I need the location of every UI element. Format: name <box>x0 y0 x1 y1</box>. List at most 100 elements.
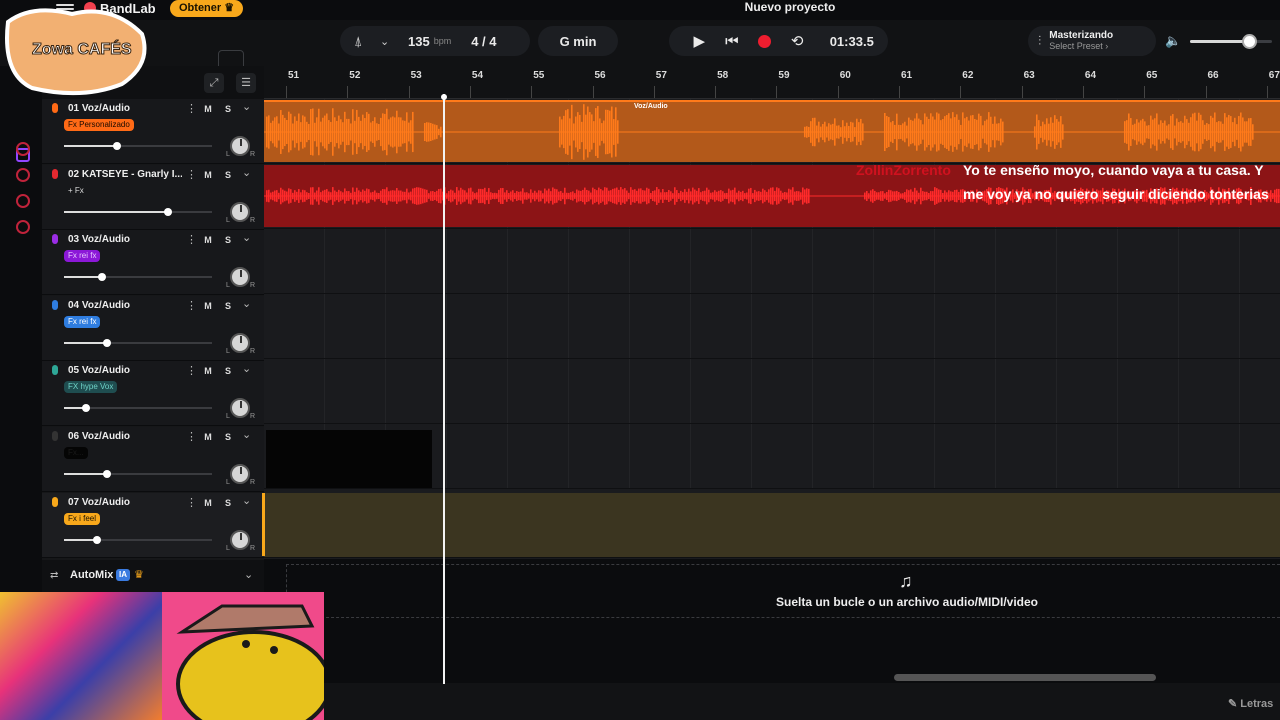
more-options-icon[interactable]: ⋮ <box>186 299 197 312</box>
chevron-down-icon[interactable]: ⌄ <box>242 362 251 375</box>
lane-4[interactable] <box>264 294 1280 359</box>
obtener-button[interactable]: Obtener ♛ <box>170 0 244 17</box>
master-volume-knob[interactable] <box>1242 34 1258 49</box>
automix-bar[interactable]: ⇄ AutoMix IA ♛ ⌄ <box>42 560 264 592</box>
track-volume-knob[interactable] <box>163 207 172 216</box>
bpm-value[interactable]: 135 <box>408 34 430 49</box>
fx-chip[interactable]: Fx rei fx <box>64 250 101 263</box>
metronome-icon[interactable]: ⍋ <box>354 33 376 50</box>
track-row[interactable]: 04 Voz/Audio ⋮ M S ⌄ Fx rei fx L R <box>42 295 264 361</box>
track-volume-knob[interactable] <box>82 404 91 413</box>
track-volume-slider[interactable] <box>64 338 212 347</box>
chevron-down-icon[interactable]: ⌄ <box>242 494 251 507</box>
lane-3[interactable] <box>264 229 1280 294</box>
track-volume-knob[interactable] <box>102 338 111 347</box>
solo-button[interactable]: S <box>220 299 236 313</box>
solo-button[interactable]: S <box>220 102 236 116</box>
more-options-icon[interactable]: ⋮ <box>186 496 197 509</box>
more-options-icon[interactable]: ⋮ <box>186 102 197 115</box>
mixer-icon[interactable]: ☰ <box>236 73 256 93</box>
chevron-down-icon[interactable]: ⌄ <box>242 100 251 113</box>
more-options-icon[interactable]: ⋮ <box>186 233 197 246</box>
track-row[interactable]: 06 Voz/Audio ⋮ M S ⌄ Fx... L R <box>42 427 264 492</box>
pan-knob[interactable] <box>230 464 250 484</box>
more-options-icon[interactable]: ⋮ <box>186 168 197 181</box>
playhead[interactable] <box>441 94 447 684</box>
speaker-icon[interactable]: 🔈 <box>1165 33 1181 49</box>
record-button[interactable] <box>748 33 781 50</box>
project-title[interactable]: Nuevo proyecto <box>700 0 880 14</box>
track-volume-slider[interactable] <box>64 404 212 413</box>
track-volume-slider[interactable] <box>64 142 212 150</box>
wand-icon[interactable]: ⤢ <box>204 73 224 93</box>
time-signature[interactable]: 4 / 4 <box>471 34 496 49</box>
pan-knob[interactable] <box>230 529 250 550</box>
track-volume-slider[interactable] <box>64 273 212 282</box>
fx-chip[interactable]: Fx i feel <box>64 512 101 525</box>
fx-chip[interactable]: Fx rei fx <box>64 315 101 328</box>
mute-button[interactable]: M <box>200 364 216 378</box>
solo-button[interactable]: S <box>220 233 236 247</box>
track-volume-knob[interactable] <box>98 273 107 282</box>
track-volume-slider[interactable] <box>64 535 212 544</box>
fx-chip[interactable]: + Fx <box>64 185 88 197</box>
sidebar-icon-1[interactable] <box>16 142 30 156</box>
chevron-down-icon[interactable]: ⌄ <box>242 297 251 310</box>
mute-button[interactable]: M <box>200 299 216 313</box>
track-volume-knob[interactable] <box>102 470 111 478</box>
chevron-down-icon[interactable]: ⌄ <box>242 428 251 441</box>
mute-button[interactable]: M <box>200 430 216 444</box>
solo-button[interactable]: S <box>220 496 236 510</box>
chevron-down-icon[interactable]: ⌄ <box>242 231 251 244</box>
track-name[interactable]: 02 KATSEYE - Gnarly I... <box>68 169 182 180</box>
lane-5[interactable] <box>264 359 1280 424</box>
settings-icon[interactable] <box>16 220 30 234</box>
mute-button[interactable]: M <box>200 233 216 247</box>
solo-button[interactable]: S <box>220 430 236 444</box>
master-volume-slider[interactable] <box>1190 34 1272 49</box>
mute-button[interactable]: M <box>200 496 216 510</box>
drop-zone[interactable]: ♫ Suelta un bucle o un archivo audio/MID… <box>286 564 1280 618</box>
track-name[interactable]: 01 Voz/Audio <box>68 103 182 114</box>
pan-knob[interactable] <box>230 136 250 156</box>
loop-icon[interactable]: ⟲ <box>781 32 814 50</box>
key-button[interactable]: G min <box>538 26 618 56</box>
pan-knob[interactable] <box>230 332 250 353</box>
track-volume-slider[interactable] <box>64 207 212 216</box>
mastering-button[interactable]: ⫶ Masterizando Select Preset › <box>1028 26 1156 56</box>
fx-chip[interactable]: Fx... <box>64 447 88 459</box>
pan-knob[interactable] <box>230 267 250 288</box>
sidebar-icon-3[interactable] <box>16 194 30 208</box>
track-volume-knob[interactable] <box>113 142 122 150</box>
track-row[interactable]: 03 Voz/Audio ⋮ M S ⌄ Fx rei fx L R <box>42 230 264 296</box>
track-volume-slider[interactable] <box>64 470 212 478</box>
more-options-icon[interactable]: ⋮ <box>186 430 197 443</box>
track-name[interactable]: 03 Voz/Audio <box>68 234 182 245</box>
track-name[interactable]: 07 Voz/Audio <box>68 497 182 508</box>
clock-icon[interactable] <box>16 168 30 182</box>
pan-knob[interactable] <box>230 201 250 222</box>
skip-back-icon[interactable]: ⏮ <box>716 33 749 50</box>
timeline-ruler[interactable]: 51 52 53 54 55 56 57 58 59 60 61 62 63 64 65 66 67 <box>264 66 1280 99</box>
mute-button[interactable]: M <box>200 168 216 182</box>
fx-chip[interactable]: Fx Personalizado <box>64 119 134 131</box>
track-volume-knob[interactable] <box>92 535 101 544</box>
tempo-pill[interactable]: ⍋ ⌄ 135 bpm 4 / 4 <box>340 26 530 56</box>
play-icon[interactable]: ▶ <box>683 32 716 50</box>
track-row[interactable]: 01 Voz/Audio ⋮ M S ⌄ Fx Personalizado L … <box>42 99 264 164</box>
fx-chip[interactable]: FX hype Vox <box>64 381 118 394</box>
solo-button[interactable]: S <box>220 168 236 182</box>
letras-button[interactable]: ✎ Letras <box>1228 697 1273 710</box>
pan-knob[interactable] <box>230 398 250 419</box>
track-name[interactable]: 06 Voz/Audio <box>68 431 182 442</box>
lane-1[interactable]: Voz/Audio <box>264 99 1280 164</box>
chevron-down-icon[interactable]: ⌄ <box>242 166 251 179</box>
track-row[interactable]: 07 Voz/Audio ⋮ M S ⌄ Fx i feel L R <box>42 492 264 558</box>
track-row[interactable]: 02 KATSEYE - Gnarly I... ⋮ M S ⌄ + Fx L … <box>42 164 264 230</box>
horizontal-scrollbar[interactable] <box>894 674 1156 681</box>
chevron-down-icon[interactable]: ⌄ <box>244 568 253 581</box>
chevron-down-icon[interactable]: ⌄ <box>380 35 400 48</box>
track-row[interactable]: 05 Voz/Audio ⋮ M S ⌄ FX hype Vox L R <box>42 361 264 427</box>
more-options-icon[interactable]: ⋮ <box>186 364 197 377</box>
track-name[interactable]: 04 Voz/Audio <box>68 300 182 311</box>
